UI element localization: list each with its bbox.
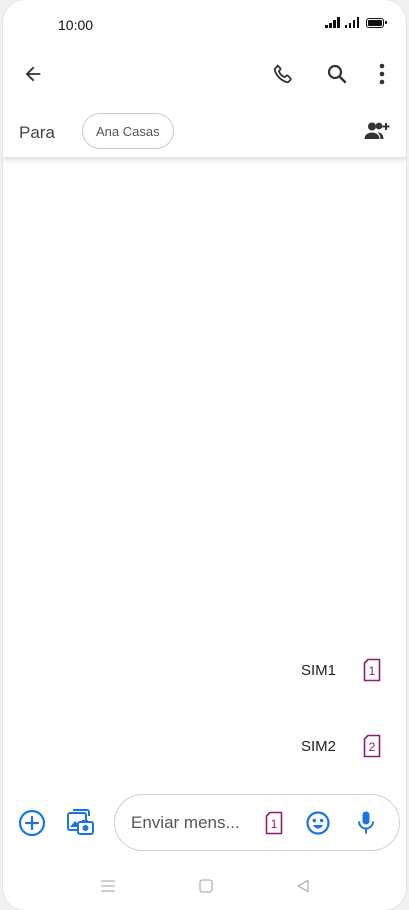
call-button[interactable] <box>267 58 299 90</box>
phone-screen: 10:00 Para Ana Casas SIM1 1 SIM2 2 Envia… <box>3 0 406 910</box>
more-options-button[interactable] <box>370 58 394 90</box>
triangle-back-icon <box>297 879 309 893</box>
add-recipient-button[interactable] <box>363 118 391 144</box>
voice-input-button[interactable] <box>355 809 377 837</box>
battery-icon <box>366 17 387 28</box>
signal-icon-2 <box>344 17 359 28</box>
system-nav-bar <box>3 868 406 904</box>
recipient-chip-label: Ana Casas <box>96 123 160 139</box>
sim-option-1[interactable]: SIM1 1 <box>301 658 382 682</box>
sim-select-button[interactable]: 1 <box>263 811 285 835</box>
gallery-button[interactable] <box>64 806 96 838</box>
menu-icon <box>101 880 115 892</box>
svg-text:2: 2 <box>369 740 376 754</box>
sim-option-2[interactable]: SIM2 2 <box>301 734 382 758</box>
emoji-button[interactable] <box>305 810 331 836</box>
recipient-chip[interactable]: Ana Casas <box>82 113 174 149</box>
status-time: 10:00 <box>58 17 94 33</box>
home-button[interactable] <box>196 876 216 896</box>
recent-apps-button[interactable] <box>98 876 118 896</box>
square-icon <box>199 879 213 893</box>
svg-text:1: 1 <box>271 817 278 831</box>
to-label: Para <box>19 123 55 142</box>
back-button[interactable] <box>17 58 49 90</box>
compose-field[interactable]: 1 <box>114 794 400 851</box>
recipients-row: Para Ana Casas <box>3 106 406 158</box>
status-icons <box>325 17 387 28</box>
sim-option-label: SIM1 <box>300 661 336 679</box>
signal-icon-1 <box>325 17 340 28</box>
search-icon <box>327 64 347 84</box>
sim-card-icon: 2 <box>363 734 381 758</box>
svg-text:1: 1 <box>369 664 376 678</box>
sim-option-label: SIM2 <box>300 737 336 755</box>
app-bar <box>3 50 406 96</box>
search-button[interactable] <box>321 58 353 90</box>
status-bar: 10:00 <box>3 0 406 50</box>
person-add-icon <box>364 122 390 139</box>
arrow-left-icon <box>25 66 41 82</box>
gallery-icon <box>67 809 94 835</box>
message-input[interactable] <box>131 813 249 833</box>
emoji-icon <box>306 811 330 835</box>
more-vert-icon <box>379 63 385 85</box>
add-circle-icon <box>18 809 46 837</box>
sim-card-icon: 1 <box>363 658 381 682</box>
compose-bar: 1 <box>3 792 406 854</box>
system-back-button[interactable] <box>293 876 313 896</box>
attach-button[interactable] <box>17 808 47 838</box>
sim-card-icon: 1 <box>265 811 283 835</box>
phone-icon <box>273 64 292 84</box>
microphone-icon <box>358 811 374 834</box>
